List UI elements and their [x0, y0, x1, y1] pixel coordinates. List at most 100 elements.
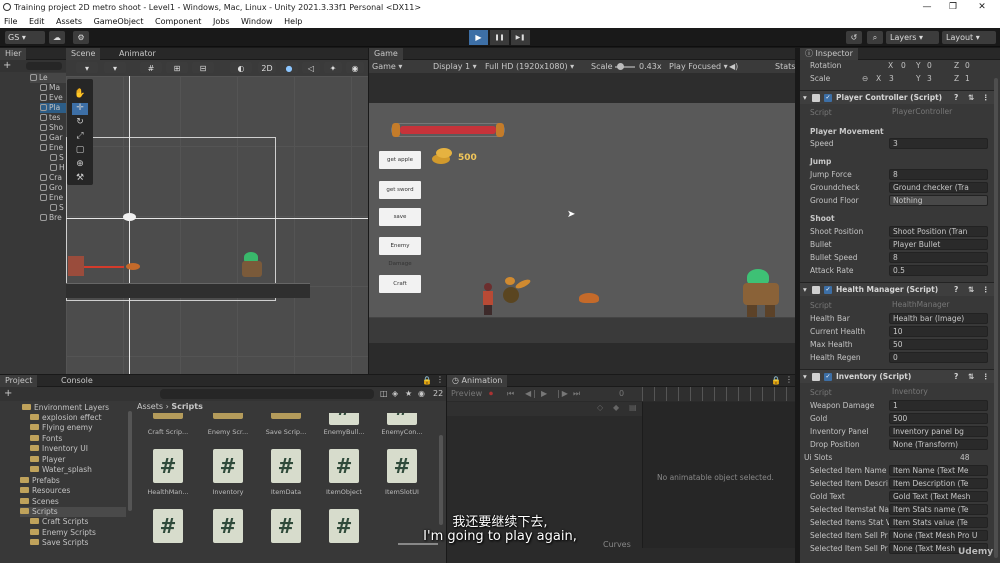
rect-tool-icon[interactable]: ▢ [72, 145, 88, 157]
scale-z-field[interactable]: 1 [965, 72, 970, 85]
tab-hierarchy[interactable]: Hier [0, 48, 27, 60]
menu-assets[interactable]: Assets [56, 15, 82, 28]
health-manager-header[interactable]: ▾ ✓ Health Manager (Script) ? ⇅ ⋮ [800, 282, 997, 296]
move-tool-icon[interactable]: ✛ [72, 103, 88, 115]
favorite-icon[interactable]: ★ [405, 389, 412, 398]
csharp-script-icon[interactable]: # [329, 413, 359, 425]
audio-mute-icon[interactable]: ◀) [729, 62, 738, 72]
hierarchy-item[interactable]: Le [30, 73, 66, 83]
step-button[interactable]: ▶❚ [511, 30, 530, 45]
presets-icon[interactable]: ⇅ [968, 283, 974, 297]
folder-item[interactable]: Environment Layers [22, 403, 109, 413]
scale-y-field[interactable]: 3 [927, 72, 932, 85]
scale-x-field[interactable]: 3 [889, 72, 894, 85]
presets-icon[interactable]: ⇅ [968, 91, 974, 105]
history-icon[interactable]: ↺ [846, 31, 862, 44]
hierarchy-item[interactable]: Sho [40, 123, 63, 133]
rotation-x-field[interactable]: 0 [901, 59, 906, 72]
grid-snap-icon[interactable]: # [140, 62, 162, 73]
max-health-field[interactable]: 50 [889, 339, 988, 350]
folder-thumbnail[interactable] [213, 413, 243, 419]
hierarchy-item[interactable]: Ene [40, 193, 63, 203]
game-canvas[interactable]: 500 get apple get sword save Enemy Damag… [369, 103, 795, 343]
folder-item[interactable]: Prefabs [20, 476, 60, 486]
bullet-speed-field[interactable]: 8 [889, 252, 988, 263]
menu-component[interactable]: Component [155, 15, 201, 28]
selected-item-desc-field[interactable]: Item Description (Te [889, 478, 988, 489]
help-icon[interactable]: ? [954, 283, 958, 297]
grid-settings-icon[interactable]: ⊟ [192, 62, 214, 73]
next-frame-icon[interactable]: ❘▶ [555, 389, 568, 398]
gizmos-icon[interactable]: ◉ [346, 62, 364, 73]
tab-scene[interactable]: Scene [66, 48, 101, 60]
last-frame-icon[interactable]: ⏭ [573, 389, 580, 399]
groundcheck-field[interactable]: Ground checker (Tra [889, 182, 988, 193]
bullet-field[interactable]: Player Bullet [889, 239, 988, 250]
project-search-input[interactable] [160, 389, 374, 399]
selected-item-name-field[interactable]: Item Name (Text Me [889, 465, 988, 476]
weapon-damage-field[interactable]: 1 [889, 400, 988, 411]
player-character[interactable] [481, 283, 495, 315]
menu-jobs[interactable]: Jobs [213, 15, 230, 28]
add-event-icon[interactable]: ◆ [613, 403, 619, 412]
hierarchy-item[interactable]: Gar [40, 133, 63, 143]
folder-item[interactable]: Flying enemy [30, 423, 93, 433]
scene-view[interactable]: ✋ ✛ ↻ ⤢ ▢ ⊕ ⚒ [66, 76, 368, 374]
folder-item[interactable]: explosion effect [30, 413, 102, 423]
maximize-button[interactable]: ❐ [946, 0, 960, 15]
effects-icon[interactable]: ✦ [324, 62, 342, 73]
tab-game[interactable]: Game [369, 48, 403, 60]
craft-button[interactable]: Craft [379, 275, 421, 293]
enemy-robot-sprite[interactable] [240, 252, 264, 280]
help-icon[interactable]: ? [954, 370, 958, 384]
tab-console[interactable]: Console [56, 375, 98, 387]
tab-project[interactable]: Project [0, 375, 38, 387]
tab-animation[interactable]: ◷ Animation [447, 375, 508, 387]
more-icon[interactable]: ⋮ [982, 91, 990, 105]
speed-field[interactable]: 3 [889, 138, 988, 149]
cloud-icon[interactable]: ☁ [49, 31, 65, 44]
more-icon[interactable]: ⋮ [785, 375, 793, 384]
rotation-z-field[interactable]: 0 [965, 59, 970, 72]
hierarchy-item[interactable]: Eve [40, 93, 63, 103]
custom-tool-icon[interactable]: ⚒ [72, 173, 88, 185]
ground-floor-dropdown[interactable]: Nothing [889, 195, 988, 206]
hierarchy-item[interactable]: Pla [40, 103, 66, 113]
get-sword-button[interactable]: get sword [379, 181, 421, 199]
game-view-dropdown[interactable]: Game ▾ [372, 62, 402, 72]
rotation-y-field[interactable]: 0 [927, 59, 932, 72]
gizmo-dropdown[interactable]: ▾ [104, 62, 126, 73]
folder-item[interactable]: Scenes [20, 497, 59, 507]
account-button[interactable]: GS ▾ [5, 31, 45, 44]
scale-tool-icon[interactable]: ⤢ [72, 131, 88, 143]
filter-icon[interactable]: ▤ [629, 403, 637, 412]
menu-file[interactable]: File [4, 15, 17, 28]
resolution-dropdown[interactable]: Full HD (1920x1080) ▾ [485, 62, 574, 72]
drop-position-field[interactable]: None (Transform) [889, 439, 988, 450]
player-controller-header[interactable]: ▾ ✓ Player Controller (Script) ? ⇅ ⋮ [800, 90, 997, 104]
stats-button[interactable]: Stats [775, 62, 795, 72]
prev-frame-icon[interactable]: ◀❘ [525, 389, 538, 398]
transform-tool-icon[interactable]: ⊕ [72, 159, 88, 171]
health-regen-field[interactable]: 0 [889, 352, 988, 363]
hand-tool-icon[interactable]: ✋ [72, 89, 88, 101]
filter-type-icon[interactable]: ◫ [380, 389, 388, 398]
jump-force-field[interactable]: 8 [889, 169, 988, 180]
menu-window[interactable]: Window [241, 15, 273, 28]
foldout-icon[interactable]: ▾ [803, 91, 807, 105]
attack-rate-field[interactable]: 0.5 [889, 265, 988, 276]
filter-label-icon[interactable]: ◈ [392, 389, 398, 398]
get-apple-button[interactable]: get apple [379, 151, 421, 169]
hierarchy-item[interactable]: Ma [40, 83, 60, 93]
shoot-position-field[interactable]: Shoot Position (Tran [889, 226, 988, 237]
preview-toggle[interactable]: Preview [451, 389, 482, 398]
play-focused-dropdown[interactable]: Play Focused ▾ [669, 62, 728, 72]
folder-item[interactable]: Water_splash [30, 465, 92, 475]
flying-enemy-bee[interactable] [497, 277, 533, 309]
csharp-script-icon[interactable]: # [387, 449, 417, 483]
foldout-icon[interactable]: ▾ [803, 283, 807, 297]
more-icon[interactable]: ⋮ [982, 370, 990, 384]
folder-item[interactable]: Resources [20, 486, 70, 496]
play-anim-icon[interactable]: ▶ [541, 389, 547, 398]
search-icon[interactable]: ⌕ [867, 31, 883, 44]
